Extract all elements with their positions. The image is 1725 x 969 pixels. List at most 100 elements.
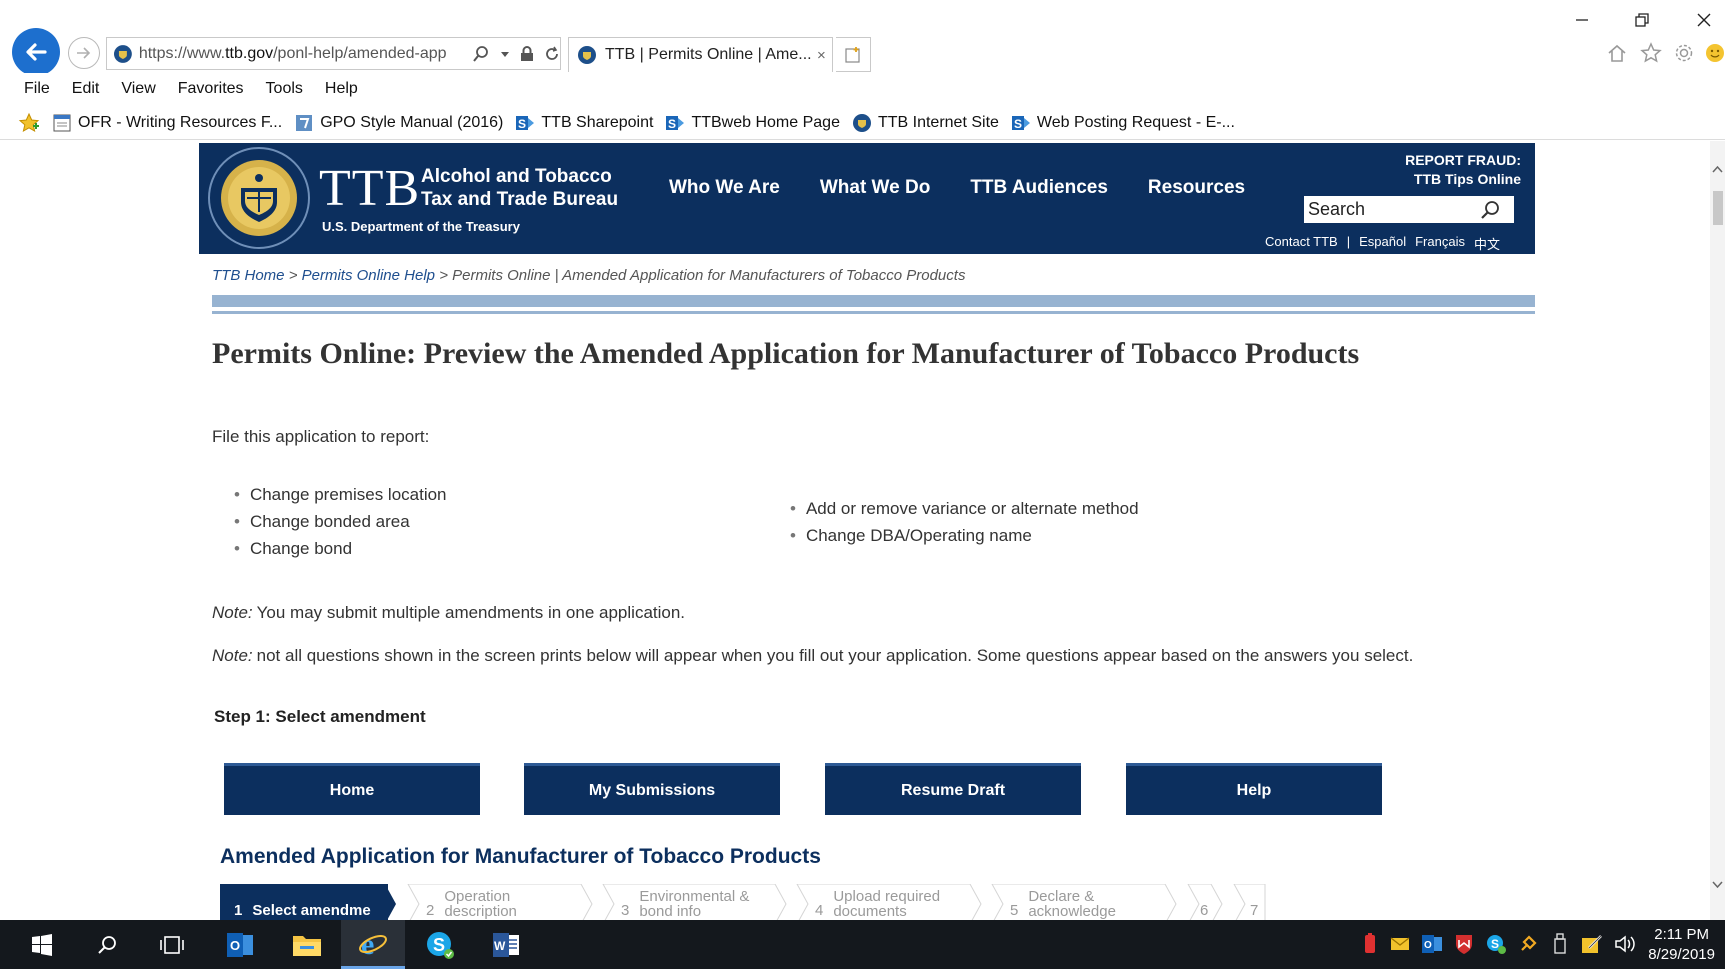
favorite-ofr[interactable]: OFR - Writing Resources F... xyxy=(52,113,282,133)
contact-ttb-link[interactable]: Contact TTB xyxy=(1265,234,1338,253)
tab-favicon-icon xyxy=(578,46,596,64)
svg-text:S: S xyxy=(433,935,445,955)
address-bar[interactable]: https://www.ttb.gov/ponl-help/amended-ap… xyxy=(106,37,561,70)
forward-button[interactable] xyxy=(68,37,100,69)
tray-battery-alert[interactable] xyxy=(1358,932,1382,956)
skype-icon: S xyxy=(427,931,454,959)
favorite-ttbweb-home[interactable]: S TTBweb Home Page xyxy=(665,113,840,133)
scroll-up-icon[interactable] xyxy=(1712,165,1723,173)
tray-skype[interactable]: S xyxy=(1484,932,1508,956)
add-favorite-star-icon xyxy=(18,112,40,132)
nav-what-we-do[interactable]: What We Do xyxy=(820,177,930,199)
clock-time: 2:11 PM xyxy=(1654,926,1709,943)
francais-link[interactable]: Français xyxy=(1415,234,1465,253)
tab-close-icon[interactable]: × xyxy=(817,47,826,64)
gpo-icon xyxy=(296,114,313,131)
nav-who-we-are[interactable]: Who We Are xyxy=(669,177,780,199)
search-icon[interactable] xyxy=(1479,199,1501,221)
step-1-select-amendment[interactable]: 1 Select amendme xyxy=(220,884,388,920)
menu-view[interactable]: View xyxy=(121,80,155,98)
minimize-button[interactable] xyxy=(1562,6,1602,34)
search-input[interactable] xyxy=(1304,199,1479,220)
menu-edit[interactable]: Edit xyxy=(72,80,100,98)
tray-notes[interactable] xyxy=(1580,932,1604,956)
favorite-ttb-sharepoint[interactable]: S TTB Sharepoint xyxy=(515,113,653,133)
step-7[interactable]: 7 xyxy=(1238,884,1268,920)
dropdown-caret-icon[interactable] xyxy=(500,49,510,59)
task-view-button[interactable] xyxy=(140,920,204,969)
favorite-ttb-internet-site[interactable]: TTB Internet Site xyxy=(852,113,999,133)
app-help-button[interactable]: Help xyxy=(1126,763,1382,815)
search-icon xyxy=(98,935,116,954)
breadcrumb-permits-help[interactable]: Permits Online Help xyxy=(302,267,435,284)
chinese-link[interactable]: 中文 xyxy=(1474,234,1500,253)
favorites-button[interactable] xyxy=(1638,40,1664,66)
taskbar-skype[interactable]: S xyxy=(408,920,472,969)
scrollbar-thumb[interactable] xyxy=(1713,191,1723,225)
list-item: Change bonded area xyxy=(234,508,447,535)
nav-ttb-audiences[interactable]: TTB Audiences xyxy=(970,177,1108,199)
report-fraud-link[interactable]: REPORT FRAUD: TTB Tips Online xyxy=(1405,151,1521,189)
app-resume-draft-button[interactable]: Resume Draft xyxy=(825,763,1081,815)
new-tab-button[interactable] xyxy=(836,37,871,72)
feedback-button[interactable] xyxy=(1702,40,1725,66)
list-item: Change premises location xyxy=(234,481,447,508)
sharepoint-icon: S xyxy=(1011,115,1030,131)
home-button[interactable] xyxy=(1604,40,1630,66)
amendment-list-right: Add or remove variance or alternate meth… xyxy=(790,495,1139,549)
tray-mail[interactable] xyxy=(1388,932,1412,956)
breadcrumb: TTB Home > Permits Online Help > Permits… xyxy=(212,267,966,284)
taskbar-file-explorer[interactable] xyxy=(275,920,339,969)
refresh-icon[interactable] xyxy=(544,46,560,62)
favorite-gpo[interactable]: GPO Style Manual (2016) xyxy=(294,113,503,133)
add-favorite-button[interactable] xyxy=(18,112,40,134)
lock-icon[interactable] xyxy=(520,45,534,62)
search-icon[interactable] xyxy=(472,45,490,63)
forward-arrow-icon xyxy=(77,47,91,59)
task-view-icon xyxy=(160,935,184,954)
step-6[interactable]: 6 xyxy=(1190,884,1220,920)
url-text[interactable]: https://www.ttb.gov/ponl-help/amended-ap… xyxy=(139,45,466,63)
star-icon xyxy=(1640,42,1662,63)
step-2-operation-description[interactable]: 2 Operation description xyxy=(412,884,580,920)
menu-favorites[interactable]: Favorites xyxy=(178,80,244,98)
tray-outlook[interactable]: O xyxy=(1420,932,1444,956)
start-button[interactable] xyxy=(10,920,74,969)
close-window-button[interactable] xyxy=(1684,6,1724,34)
vertical-scrollbar[interactable] xyxy=(1710,141,1725,920)
app-home-button[interactable]: Home xyxy=(224,763,480,815)
scroll-down-icon[interactable] xyxy=(1712,881,1723,889)
taskbar-outlook[interactable]: O xyxy=(208,920,272,969)
menu-tools[interactable]: Tools xyxy=(266,80,303,98)
step-4-upload-documents[interactable]: 4 Upload required documents xyxy=(801,884,969,920)
settings-button[interactable] xyxy=(1671,40,1697,66)
ttb-seal-logo[interactable] xyxy=(207,146,311,250)
tray-mcafee[interactable] xyxy=(1452,932,1476,956)
taskbar-clock[interactable]: 2:11 PM 8/29/2019 xyxy=(1648,925,1715,965)
menu-file[interactable]: File xyxy=(24,80,50,98)
active-tab[interactable]: TTB | Permits Online | Ame... × xyxy=(568,37,833,72)
espanol-link[interactable]: Español xyxy=(1359,234,1406,253)
favorites-bar: OFR - Writing Resources F... GPO Style M… xyxy=(0,106,1725,140)
outlook-icon: O xyxy=(1422,935,1442,953)
step-5-declare-acknowledge[interactable]: 5 Declare & acknowledge xyxy=(996,884,1164,920)
tray-volume[interactable] xyxy=(1614,932,1638,956)
favorite-web-posting[interactable]: S Web Posting Request - E-... xyxy=(1011,113,1235,133)
tray-network-tool[interactable] xyxy=(1516,932,1540,956)
back-button[interactable] xyxy=(12,28,60,76)
brand-logo-text[interactable]: TTB xyxy=(319,159,420,218)
app-my-submissions-button[interactable]: My Submissions xyxy=(524,763,780,815)
menu-help[interactable]: Help xyxy=(325,80,358,98)
taskbar-internet-explorer[interactable]: e xyxy=(341,920,405,969)
step-3-environmental-bond[interactable]: 3 Environmental & bond info xyxy=(607,884,775,920)
svg-text:S: S xyxy=(518,117,526,131)
taskbar-word[interactable]: W xyxy=(474,920,538,969)
restore-button[interactable] xyxy=(1622,6,1662,34)
nav-resources[interactable]: Resources xyxy=(1148,177,1245,199)
note-questions: Note: not all questions shown in the scre… xyxy=(212,646,1414,665)
brand-name[interactable]: Alcohol and Tobacco Tax and Trade Bureau xyxy=(421,165,641,211)
taskbar-search-button[interactable] xyxy=(75,920,139,969)
breadcrumb-home[interactable]: TTB Home xyxy=(212,267,285,284)
speaker-icon xyxy=(1615,935,1635,953)
tray-usb-device[interactable] xyxy=(1548,932,1572,956)
